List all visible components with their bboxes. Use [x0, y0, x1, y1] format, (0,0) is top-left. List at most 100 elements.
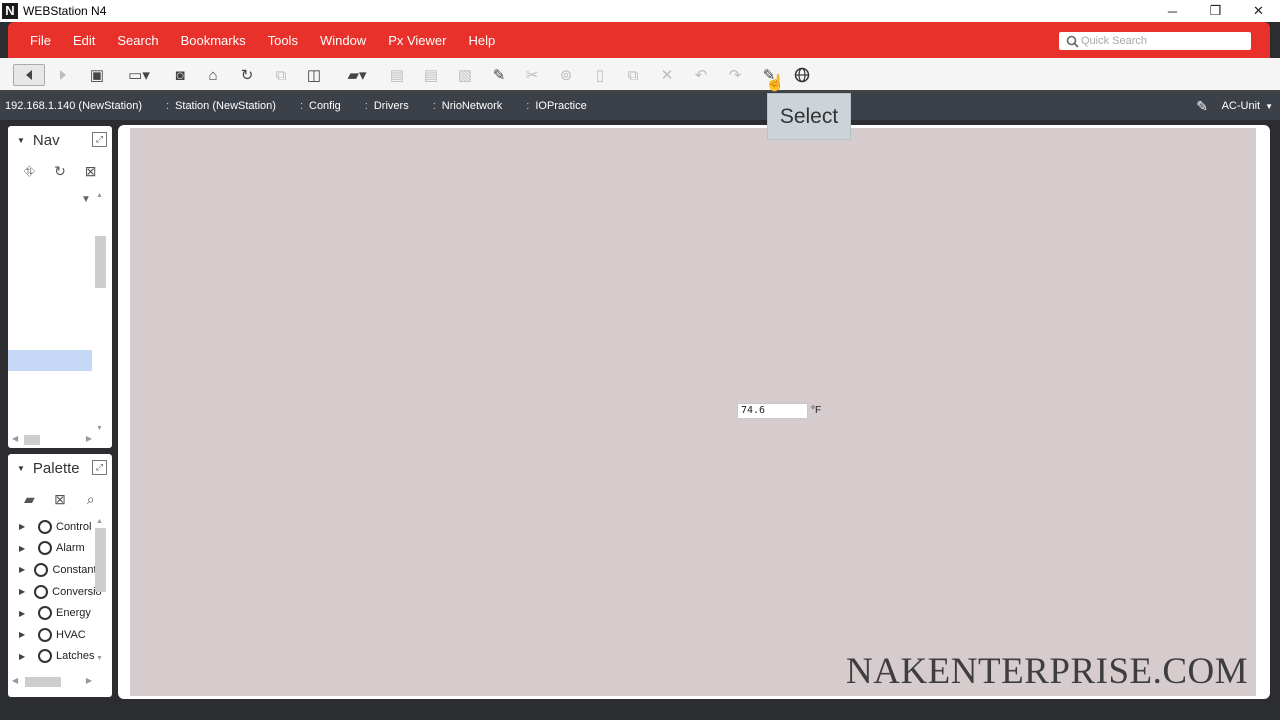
scroll-left-icon[interactable]: ◀ — [12, 676, 18, 685]
info-icon: ◫ — [306, 67, 322, 84]
undo-button[interactable]: ↶ — [692, 64, 710, 86]
palette-vertical-scrollbar[interactable]: ▲ ▼ — [95, 518, 106, 662]
menu-file[interactable]: File — [19, 22, 62, 58]
forward-button[interactable] — [54, 64, 72, 86]
palette-item-hvac[interactable]: ▶ HVAC — [18, 624, 102, 646]
breadcrumb-host[interactable]: 192.168.1.140 (NewStation) — [5, 100, 142, 112]
palette-item-constants[interactable]: ▶ Constants — [18, 559, 102, 581]
minimize-button[interactable]: ─ — [1151, 0, 1194, 22]
scroll-down-icon[interactable]: ▼ — [96, 425, 103, 432]
breadcrumb-iopractice[interactable]: : IOPractice — [526, 100, 586, 112]
nav-selected-row[interactable] — [8, 350, 92, 371]
duplicate-button[interactable]: ⧉ — [624, 64, 642, 86]
paste-button[interactable]: ▯ — [591, 64, 609, 86]
popout-icon[interactable]: ⤢ — [92, 132, 107, 147]
breadcrumb-config[interactable]: : Config — [300, 100, 341, 112]
menu-tools[interactable]: Tools — [257, 22, 309, 58]
palette-item-alarm[interactable]: ▶ Alarm — [18, 538, 102, 560]
export-button[interactable]: ▧ — [456, 64, 474, 86]
back-button[interactable] — [13, 64, 45, 86]
expand-caret-icon[interactable]: ▶ — [19, 587, 25, 596]
scroll-down-icon[interactable]: ▼ — [96, 655, 103, 662]
breadcrumb: 192.168.1.140 (NewStation) : Station (New… — [0, 92, 1280, 120]
scroll-up-icon[interactable]: ▲ — [96, 192, 103, 199]
menu-px-viewer[interactable]: Px Viewer — [377, 22, 457, 58]
save-all-button[interactable]: ▤ — [422, 64, 440, 86]
camera-button[interactable]: ◙ — [171, 64, 189, 86]
open-button[interactable]: ▰▾ — [340, 64, 374, 86]
popout-icon[interactable]: ⤢ — [92, 460, 107, 475]
quick-search-box[interactable] — [1059, 32, 1251, 50]
restore-button[interactable]: ❐ — [1194, 0, 1237, 22]
breadcrumb-nrionetwork[interactable]: : NrioNetwork — [433, 100, 503, 112]
copy-button[interactable]: ⧉ — [272, 64, 290, 86]
save-button[interactable]: ▤ — [388, 64, 406, 86]
expand-caret-icon[interactable]: ▶ — [19, 522, 29, 531]
scroll-thumb[interactable] — [95, 236, 106, 288]
delete-button[interactable]: ✕ — [658, 64, 676, 86]
palette-item-control[interactable]: ▶ Control — [18, 516, 102, 538]
nav-tree[interactable]: ▼ ▲ ▼ ◀ ▶ — [8, 188, 112, 446]
collapse-caret-icon[interactable]: ▼ — [17, 136, 25, 145]
save-icon-button[interactable]: ▣ — [88, 64, 106, 86]
refresh-icon[interactable]: ↻ — [49, 163, 71, 180]
expand-caret-icon[interactable]: ▶ — [19, 609, 29, 618]
scroll-thumb[interactable] — [24, 435, 40, 445]
cut-button[interactable]: ✂ — [523, 64, 541, 86]
scroll-right-icon[interactable]: ▶ — [86, 676, 92, 685]
scroll-thumb[interactable] — [95, 528, 106, 592]
palette-panel: ▼ Palette ⤢ ▰ ⊠ ⌕ ▶ Control ▶ Alarm ▶ Const… — [8, 454, 112, 697]
nav-vertical-scrollbar[interactable]: ▲ ▼ — [95, 192, 106, 432]
palette-item-conversion[interactable]: ▶Conversion — [18, 581, 102, 603]
collapse-caret-icon[interactable]: ▼ — [17, 464, 25, 473]
nav-dropdown-icon[interactable]: ▼ — [81, 194, 91, 205]
px-canvas[interactable] — [130, 128, 1256, 696]
side-bar-toggle[interactable]: ▭▾ — [121, 64, 157, 86]
module-icon — [38, 519, 52, 534]
scroll-right-icon[interactable]: ▶ — [86, 434, 92, 443]
palette-horizontal-scrollbar[interactable]: ◀ ▶ — [12, 676, 92, 688]
find-palette-icon[interactable]: ⌕ — [80, 491, 102, 508]
expand-caret-icon[interactable]: ▶ — [19, 544, 29, 553]
paste-icon: ▯ — [595, 67, 605, 84]
expand-caret-icon[interactable]: ▶ — [19, 652, 29, 661]
select-tooltip: Select — [767, 93, 851, 140]
edit-doc-button[interactable]: ✎ — [490, 64, 508, 86]
scroll-up-icon[interactable]: ▲ — [96, 518, 103, 525]
tree-sync-icon[interactable]: ⛗ — [18, 163, 40, 180]
refresh-button[interactable]: ↻ — [238, 64, 256, 86]
close-button[interactable]: ✕ — [1237, 0, 1280, 22]
expand-caret-icon[interactable]: ▶ — [19, 565, 25, 574]
module-icon — [38, 541, 52, 556]
edit-mode-icon[interactable]: ✎ — [1196, 98, 1208, 115]
scroll-left-icon[interactable]: ◀ — [12, 434, 18, 443]
home-button[interactable]: ⌂ — [204, 64, 222, 86]
open-palette-icon[interactable]: ▰ — [18, 491, 40, 508]
close-palette-icon[interactable]: ⊠ — [49, 491, 71, 508]
palette-item-label: Latches — [56, 650, 95, 663]
breadcrumb-station[interactable]: : Station (NewStation) — [166, 100, 276, 112]
nav-horizontal-scrollbar[interactable]: ◀ ▶ — [12, 434, 92, 446]
redo-button[interactable]: ↷ — [726, 64, 744, 86]
scroll-thumb[interactable] — [25, 677, 61, 687]
close-tree-icon[interactable]: ⊠ — [80, 163, 102, 180]
expand-caret-icon[interactable]: ▶ — [19, 630, 29, 639]
forward-arrow-icon — [60, 70, 66, 80]
palette-item-latches[interactable]: ▶ Latches — [18, 646, 102, 668]
canvas-scrollbar[interactable] — [1258, 128, 1268, 696]
refresh-icon: ↻ — [240, 67, 254, 84]
link-icon: ⊚ — [559, 67, 573, 84]
link-button[interactable]: ⊚ — [557, 64, 575, 86]
menu-search[interactable]: Search — [106, 22, 169, 58]
palette-item-energy[interactable]: ▶ Energy — [18, 602, 102, 624]
temperature-value-field[interactable]: 74.6 — [737, 403, 808, 419]
view-selector[interactable]: AC-Unit ▼ — [1222, 92, 1273, 120]
menu-help[interactable]: Help — [458, 22, 507, 58]
menu-edit[interactable]: Edit — [62, 22, 106, 58]
menu-window[interactable]: Window — [309, 22, 377, 58]
quick-search-input[interactable] — [1081, 35, 1241, 47]
breadcrumb-drivers[interactable]: : Drivers — [365, 100, 409, 112]
info-button[interactable]: ◫ — [305, 64, 323, 86]
menu-bookmarks[interactable]: Bookmarks — [170, 22, 257, 58]
web-button[interactable] — [793, 64, 811, 86]
